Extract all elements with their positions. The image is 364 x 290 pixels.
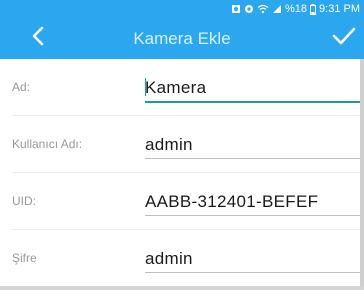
checkmark-icon [332,27,356,50]
form-row-name: Ad: Kamera [0,59,364,116]
phone-screen: %18 9:31 PM Kamera Ekle Ad: Kamera Kulla… [0,0,364,290]
cell-signal-icon [272,4,282,14]
battery-icon [310,3,317,15]
screen-frame-edge [360,59,364,290]
form-row-password: Şifre admin [0,230,364,287]
uid-value: AABB-312401-BEFEF [145,192,319,211]
username-input-underline [145,158,360,159]
form-row-username: Kullanıcı Adı: admin [0,116,364,173]
name-label: Ad: [12,80,31,94]
form-row-uid: UID: AABB-312401-BEFEF [0,173,364,230]
name-input[interactable]: Kamera [145,75,360,101]
uid-input-underline [145,215,360,216]
username-input[interactable]: admin [145,132,360,158]
status-bar: %18 9:31 PM [0,0,364,18]
notification-icon [244,4,254,14]
toolbar: Kamera Ekle [0,18,364,59]
username-label: Kullanıcı Adı: [12,137,83,151]
username-value: admin [145,135,193,154]
password-value: admin [145,249,193,268]
password-input[interactable]: admin [145,246,360,272]
password-input-underline [145,272,360,273]
uid-input[interactable]: AABB-312401-BEFEF [145,189,360,215]
status-icons: %18 9:31 PM [231,0,360,18]
page-title: Kamera Ekle [133,29,231,48]
password-label: Şifre [12,251,37,265]
battery-percent: %18 [285,3,308,15]
app-header: %18 9:31 PM Kamera Ekle [0,0,364,59]
uid-label: UID: [12,194,36,208]
wifi-icon [257,4,269,14]
alarm-icon [231,4,241,14]
name-input-underline [145,101,360,103]
camera-form: Ad: Kamera Kullanıcı Adı: admin UID: AAB… [0,59,364,287]
status-time: 9:31 PM [319,3,360,15]
screen-frame-bottom [0,286,364,290]
name-value: Kamera [145,78,207,97]
save-button[interactable] [326,21,362,55]
